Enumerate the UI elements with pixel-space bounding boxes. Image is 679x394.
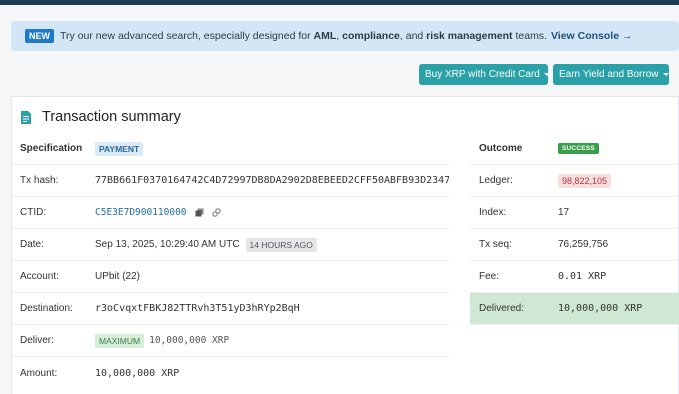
fee-row: Fee: 0.01 XRP [470,261,679,293]
ctid-value[interactable]: C5E3E7D900110000 [95,207,187,218]
time-ago-badge: 14 HOURS AGO [245,237,317,252]
amount-value: 10,000,000 XRP [95,367,180,379]
delivered-value: 10,000,000 XRP [558,303,643,314]
ledger-link[interactable]: 98,822,105 [558,173,612,188]
account-row: Account: UPbit (22) [12,261,449,293]
destination-row: Destination: r3oCvqxtFBKJ82TTRvh3T51yD3h… [12,293,449,325]
caret-down-icon [543,73,550,76]
tx-seq-value: 76,259,756 [558,239,609,250]
maximum-tag: MAXIMUM [95,333,145,348]
card-title: Transaction summary [21,107,181,127]
banner-text: Try our new advanced search, especially … [60,30,547,42]
tx-hash-row: Tx hash: 77BB661F0370164742C4D72997DB8DA… [12,165,449,197]
document-icon [21,110,31,124]
specification-row: Specification PAYMENT [12,133,449,165]
view-console-link[interactable]: View Console → [551,30,633,42]
outcome-row: Outcome SUCCESS [470,133,679,165]
success-badge: SUCCESS [558,143,599,154]
tx-hash-value[interactable]: 77BB661F0370164742C4D72997DB8DA2902D8EBE… [95,175,449,186]
destination-link[interactable]: r3oCvqxtFBKJ82TTRvh3T51yD3hRYp2BqH [95,303,300,314]
delivered-row: Delivered: 10,000,000 XRP [470,293,679,325]
new-badge: NEW [25,29,54,43]
earn-yield-button[interactable]: Earn Yield and Borrow [553,64,669,85]
account-link[interactable]: UPbit (22) [95,271,140,282]
tx-seq-row: Tx seq: 76,259,756 [470,229,679,261]
ledger-row: Ledger: 98,822,105 [470,165,679,197]
fee-value: 0.01 XRP [558,271,607,282]
caret-down-icon [662,73,669,76]
link-icon[interactable] [211,208,221,217]
deliver-value: 10,000,000 XRP [149,335,230,346]
index-value: 17 [558,207,570,218]
top-nav-bar [0,0,679,5]
announcement-banner: NEW Try our new advanced search, especia… [11,21,679,51]
transaction-summary-card: Transaction summary Specification PAYMEN… [11,96,679,394]
ctid-row: CTID: C5E3E7D900110000 [12,197,449,229]
date-row: Date: Sep 13, 2025, 10:29:40 AM UTC 14 H… [12,229,449,261]
deliver-row: Deliver: MAXIMUM 10,000,000 XRP [12,325,449,357]
payment-tag: PAYMENT [95,141,144,156]
index-row: Index: 17 [470,197,679,229]
date-value: Sep 13, 2025, 10:29:40 AM UTC [95,239,240,250]
buy-xrp-button[interactable]: Buy XRP with Credit Card [419,64,550,85]
copy-icon[interactable] [195,208,204,217]
amount-row: Amount: 10,000,000 XRP [20,367,180,379]
